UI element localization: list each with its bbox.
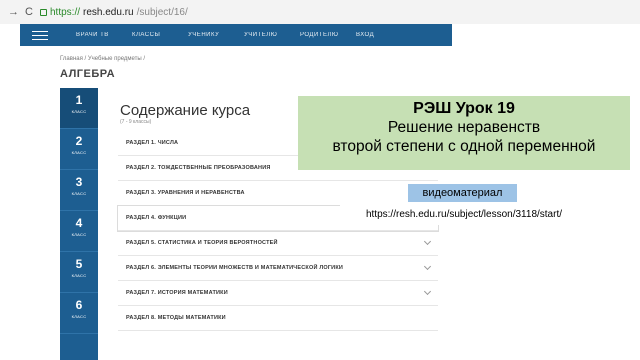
nav-item-grades[interactable]: КЛАССЫ	[132, 32, 188, 38]
grade-label: класс	[71, 109, 87, 114]
grade-item-3[interactable]: 3 класс	[60, 170, 98, 211]
grade-label: класс	[71, 314, 87, 319]
lesson-topic-line-1: Решение неравенств	[387, 119, 541, 136]
section-label: РАЗДЕЛ 8. МЕТОДЫ МАТЕМАТИКИ	[126, 315, 226, 321]
site-top-nav: ВРАЧИ ТВ КЛАССЫ УЧЕНИКУ УЧИТЕЛЮ РОДИТЕЛЮ…	[20, 24, 452, 46]
section-row[interactable]: РАЗДЕЛ 5. СТАТИСТИКА И ТЕОРИЯ ВЕРОЯТНОСТ…	[118, 231, 438, 256]
video-material-badge: видеоматериал	[408, 184, 517, 202]
nav-item-student[interactable]: УЧЕНИКУ	[188, 32, 244, 38]
grade-item-2[interactable]: 2 класс	[60, 129, 98, 170]
section-row[interactable]: РАЗДЕЛ 6. ЭЛЕМЕНТЫ ТЕОРИИ МНОЖЕСТВ И МАТ…	[118, 256, 438, 281]
section-label: РАЗДЕЛ 4. ФУНКЦИИ	[126, 215, 187, 221]
reload-icon[interactable]: C	[24, 6, 34, 18]
section-row[interactable]: РАЗДЕЛ 3. УРАВНЕНИЯ И НЕРАВЕНСТВА	[118, 181, 438, 206]
lock-icon	[40, 8, 47, 16]
course-title: Содержание курса	[120, 102, 251, 119]
grade-number: 3	[75, 175, 83, 189]
course-subtitle: (7 - 9 классы)	[120, 119, 152, 125]
grade-sidebar: 1 класс 2 класс 3 класс 4 класс 5 класс …	[60, 88, 98, 360]
section-row[interactable]: РАЗДЕЛ 8. МЕТОДЫ МАТЕМАТИКИ	[118, 306, 438, 331]
lesson-link[interactable]: https://resh.edu.ru/subject/lesson/3118/…	[340, 205, 588, 225]
section-label: РАЗДЕЛ 7. ИСТОРИЯ МАТЕМАТИКИ	[126, 290, 228, 296]
forward-arrow-icon[interactable]: →	[8, 6, 19, 18]
section-label: РАЗДЕЛ 3. УРАВНЕНИЯ И НЕРАВЕНСТВА	[126, 190, 245, 196]
nav-item-login[interactable]: ВХОД	[356, 32, 412, 38]
grade-label: класс	[71, 273, 87, 278]
url-scheme: https://	[50, 6, 81, 18]
grade-number: 2	[75, 134, 83, 148]
nav-items: ВРАЧИ ТВ КЛАССЫ УЧЕНИКУ УЧИТЕЛЮ РОДИТЕЛЮ…	[76, 32, 412, 38]
grade-label: класс	[71, 232, 87, 237]
lesson-topic-line-2: второй степени с одной переменной	[332, 138, 596, 155]
hamburger-menu-icon[interactable]	[32, 28, 48, 43]
grade-label: класс	[71, 191, 87, 196]
lesson-number: РЭШ Урок 19	[413, 100, 515, 117]
section-label: РАЗДЕЛ 2. ТОЖДЕСТВЕННЫЕ ПРЕОБРАЗОВАНИЯ	[126, 165, 271, 171]
grade-label: класс	[71, 150, 87, 155]
breadcrumb[interactable]: Главная / Учебные предметы /	[60, 56, 145, 62]
lesson-card: РЭШ Урок 19 Решение неравенств второй ст…	[298, 96, 630, 170]
grade-number: 5	[75, 257, 83, 271]
grade-item-4[interactable]: 4 класс	[60, 211, 98, 252]
grade-number: 1	[75, 93, 83, 107]
url-path: /subject/16/	[136, 6, 188, 18]
grade-item-5[interactable]: 5 класс	[60, 252, 98, 293]
section-label: РАЗДЕЛ 6. ЭЛЕМЕНТЫ ТЕОРИИ МНОЖЕСТВ И МАТ…	[126, 265, 344, 271]
grade-number: 4	[75, 216, 83, 230]
section-row[interactable]: РАЗДЕЛ 7. ИСТОРИЯ МАТЕМАТИКИ	[118, 281, 438, 306]
browser-address-bar: → C https://resh.edu.ru/subject/16/	[0, 0, 640, 24]
nav-item-teacher[interactable]: УЧИТЕЛЮ	[244, 32, 300, 38]
section-label: РАЗДЕЛ 1. ЧИСЛА	[126, 140, 179, 146]
chevron-down-icon	[423, 237, 432, 246]
url-host: resh.edu.ru	[83, 6, 134, 18]
nav-item-parent[interactable]: РОДИТЕЛЮ	[300, 32, 356, 38]
url-field[interactable]: https://resh.edu.ru/subject/16/	[40, 7, 188, 18]
section-label: РАЗДЕЛ 5. СТАТИСТИКА И ТЕОРИЯ ВЕРОЯТНОСТ…	[126, 240, 278, 246]
nav-item-tv[interactable]: ВРАЧИ ТВ	[76, 32, 132, 38]
grade-item-6[interactable]: 6 класс	[60, 293, 98, 334]
grade-item-1[interactable]: 1 класс	[60, 88, 98, 129]
chevron-down-icon	[423, 287, 432, 296]
grade-number: 6	[75, 298, 83, 312]
chevron-down-icon	[423, 262, 432, 271]
page-title: АЛГЕБРА	[60, 68, 116, 80]
